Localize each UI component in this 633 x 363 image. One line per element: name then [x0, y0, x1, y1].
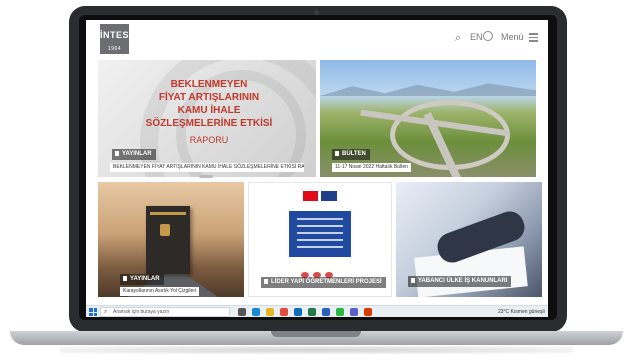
- slider-indicator[interactable]: [199, 175, 213, 178]
- search-icon: ⌕: [104, 309, 108, 315]
- report-headline: BEKLENMEYEN FİYAT ARTIŞLARININ KAMU İHAL…: [118, 78, 300, 130]
- category-tag[interactable]: LİDER YAPI ÖĞRETMENLERİ PROJESİ: [261, 277, 386, 288]
- edge-icon[interactable]: [252, 308, 260, 316]
- partner-logos: [301, 265, 341, 278]
- headline-line: KAMU İHALE: [177, 105, 241, 116]
- windows-start-icon[interactable]: [89, 308, 97, 316]
- category-tag[interactable]: YABANCI ÜLKE İŞ KANUNLARI: [408, 276, 512, 287]
- headline-line: FİYAT ARTIŞLARININ: [158, 92, 260, 103]
- emblem-icon: [160, 224, 170, 236]
- flags: [303, 191, 337, 201]
- document-icon: [335, 151, 339, 156]
- weather-widget[interactable]: 23°C Kısmen güneşli: [498, 308, 545, 316]
- teachers-project-card[interactable]: LİDER YAPI ÖĞRETMENLERİ PROJESİ: [248, 182, 392, 297]
- laptop-notch: [271, 331, 361, 337]
- menu-label[interactable]: Menü: [501, 32, 524, 42]
- logo-text: İNTES: [100, 30, 130, 40]
- document-icon: [123, 276, 127, 281]
- taskbar-apps: [238, 308, 378, 316]
- tag-label: YAYINLAR: [122, 151, 152, 157]
- card-caption[interactable]: BEKLENMEYEN FİYAT ARTIŞLARININ KAMU İHAL…: [110, 163, 304, 172]
- word-icon[interactable]: [322, 308, 330, 316]
- tag-label: YABANCI ÜLKE İŞ KANUNLARI: [418, 278, 508, 284]
- teams-icon[interactable]: [350, 308, 358, 316]
- office-icon[interactable]: [364, 308, 372, 316]
- card-caption[interactable]: 11-17 Nisan 2022 Haftalık Bülten: [332, 163, 412, 172]
- windows-taskbar: ⌕ Aramak için buraya yazın 23°C Kısmen g…: [86, 305, 548, 317]
- taskbar-search-input[interactable]: ⌕ Aramak için buraya yazın: [100, 307, 230, 317]
- document-thumbnail: [289, 211, 351, 257]
- document-icon: [115, 151, 119, 156]
- category-tag[interactable]: YAYINLAR: [120, 274, 164, 285]
- tag-label: BÜLTEN: [342, 151, 366, 157]
- eu-flag-icon: [321, 191, 337, 201]
- language-toggle[interactable]: EN: [470, 32, 483, 42]
- bulletin-card[interactable]: BÜLTEN 11-17 Nisan 2022 Haftalık Bülten: [320, 60, 536, 177]
- tag-label: YAYINLAR: [130, 276, 160, 282]
- category-tag[interactable]: BÜLTEN: [332, 149, 370, 160]
- chrome-icon[interactable]: [280, 308, 288, 316]
- laptop-shadow: [60, 346, 573, 354]
- foreign-laws-card[interactable]: YABANCI ÜLKE İŞ KANUNLARI: [396, 182, 542, 297]
- logo-year: 1964: [107, 46, 122, 52]
- headline-line: SÖZLEŞMELERİNE ETKİSİ: [145, 118, 273, 129]
- mountain-range: [320, 83, 536, 96]
- hamburger-icon[interactable]: [529, 33, 538, 42]
- file-explorer-icon[interactable]: [266, 308, 274, 316]
- category-tag[interactable]: YAYINLAR: [112, 149, 156, 160]
- site-header: İNTES 1964 ⌕ EN Menü: [86, 20, 548, 57]
- roads-book-card[interactable]: YAYINLAR Karayollarının Asırlık Yol Çizg…: [98, 182, 244, 297]
- globe-icon[interactable]: [483, 31, 493, 41]
- turkey-flag-icon: [303, 191, 318, 201]
- document-icon: [264, 279, 268, 284]
- intes-logo[interactable]: İNTES 1964: [100, 24, 129, 54]
- report-slider-card[interactable]: BEKLENMEYEN FİYAT ARTIŞLARININ KAMU İHAL…: [98, 60, 316, 177]
- headline-line: BEKLENMEYEN: [170, 79, 248, 90]
- search-icon[interactable]: ⌕: [451, 31, 465, 45]
- outlook-icon[interactable]: [294, 308, 302, 316]
- tag-label: LİDER YAPI ÖĞRETMENLERİ PROJESİ: [271, 279, 382, 285]
- browser-screen: İNTES 1964 ⌕ EN Menü BEKLENMEYEN FİYAT A…: [86, 20, 548, 317]
- book-cover: [146, 206, 190, 274]
- report-subheadline: RAPORU: [189, 135, 229, 145]
- excel-icon[interactable]: [308, 308, 316, 316]
- card-caption[interactable]: Karayollarının Asırlık Yol Çizgileri: [120, 287, 200, 296]
- document-icon: [411, 278, 415, 283]
- task-view-icon[interactable]: [238, 308, 246, 316]
- whatsapp-icon[interactable]: [336, 308, 344, 316]
- search-placeholder: Aramak için buraya yazın: [113, 309, 170, 315]
